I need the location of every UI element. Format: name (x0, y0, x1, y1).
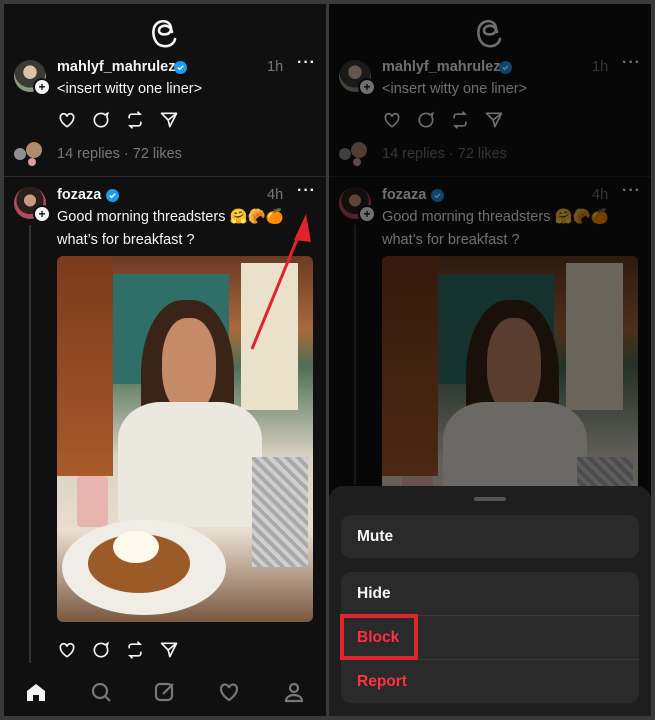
share-send-icon[interactable] (159, 640, 179, 660)
threads-feed-screen: + mahlyf_mahrulez 1h ··· <insert witty o… (4, 4, 326, 716)
threads-menu-screen: + mahlyf_mahrulez 1h ··· <insert witty o… (329, 4, 651, 716)
bottom-nav (4, 668, 326, 716)
mute-option[interactable]: Mute (341, 515, 639, 558)
home-icon[interactable] (24, 680, 48, 704)
block-highlight-box (340, 614, 418, 660)
search-icon[interactable] (89, 680, 113, 704)
hide-option[interactable]: Hide (341, 572, 639, 615)
profile-icon[interactable] (282, 680, 306, 704)
annotation-arrow (250, 214, 311, 350)
like-heart-icon[interactable] (57, 640, 77, 660)
post-actions (57, 640, 179, 660)
reply-bubble-icon[interactable] (91, 640, 111, 660)
post-options-sheet: Mute Hide Block Report (329, 486, 651, 716)
report-option[interactable]: Report (341, 659, 639, 703)
repost-icon[interactable] (125, 640, 145, 660)
options-group-1: Mute (341, 515, 639, 558)
compose-icon[interactable] (153, 680, 177, 704)
heart-icon[interactable] (217, 680, 241, 704)
sheet-drag-handle[interactable] (474, 497, 506, 501)
